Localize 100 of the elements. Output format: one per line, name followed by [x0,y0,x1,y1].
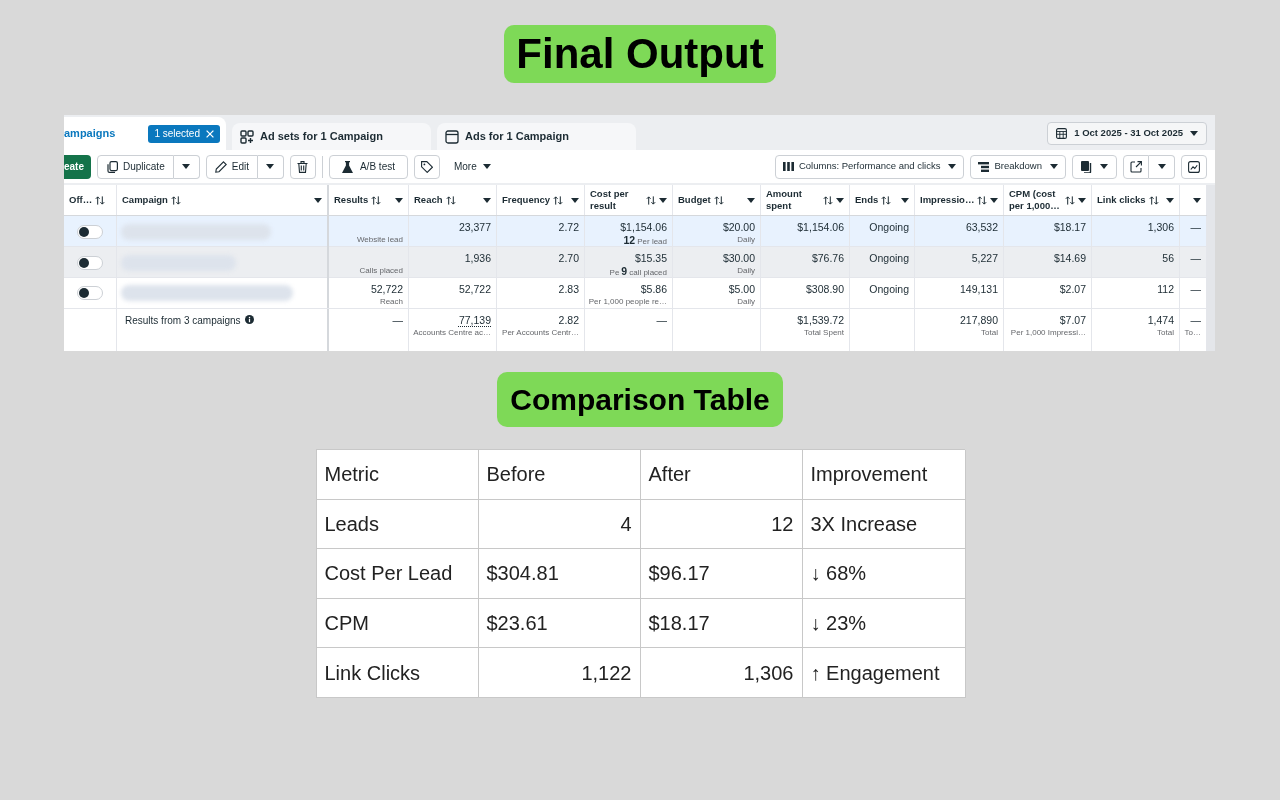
tab[interactable]: Ads for 1 Campaign [437,123,636,150]
caret-icon[interactable] [901,197,909,203]
cell-value: $2.07 [1059,282,1086,296]
cell-value: 112 [1157,282,1174,296]
dropdown-button[interactable] [1149,154,1175,179]
toggle-switch[interactable] [77,225,103,239]
caret-icon[interactable] [571,197,579,203]
edit-button[interactable]: Edit [205,154,258,179]
table-cell: ↑ Engagement [802,648,966,698]
cell-label: Pe [609,267,620,279]
cell-value: $308.90 [806,282,844,296]
ab-test-button[interactable]: A/B test [328,154,408,179]
tab[interactable]: Ad sets for 1 Campaign [232,123,431,150]
cell-value: $18.17 [1053,220,1086,234]
sort-icon[interactable] [881,195,892,205]
column-header[interactable]: Amount spent [761,185,850,215]
cell-label: Calls placed [359,265,403,277]
table-row[interactable]: 52,722 Reach 52,722 2.83 $5.86 Per 1,000 people re… $5.00 Daily $308.90 Ongoing 149,131 $2.07 112 — [64,278,1207,309]
column-header[interactable]: Off… [64,185,117,215]
table-cell: Cost Per Lead [316,549,479,599]
cell-value: 2.72 [558,220,579,234]
create-button[interactable]: eate [64,154,91,179]
column-header[interactable]: Results [329,185,409,215]
caret-icon[interactable] [1193,197,1201,203]
close-icon[interactable] [206,129,214,138]
table-cell: Link Clicks [316,648,479,698]
cell-value: 52,722 [370,282,403,296]
cell-value: Ongoing [869,220,909,234]
selection-badge[interactable]: 1 selected [148,124,220,143]
sort-icon[interactable] [1065,195,1075,205]
column-header[interactable]: Ends [850,185,915,215]
sort-icon[interactable] [1148,195,1159,205]
caret-icon[interactable] [836,197,844,203]
caret-icon[interactable] [1078,197,1086,203]
cell-label: Total [981,327,998,339]
caret-icon [182,164,191,169]
sort-icon[interactable] [371,195,382,205]
caret-icon[interactable] [659,197,667,203]
caret-icon[interactable] [990,197,998,203]
cell-label: Reach [379,296,403,308]
caret-icon [1050,164,1058,169]
column-header[interactable]: Frequency [497,185,585,215]
column-header[interactable]: Reach [409,185,497,215]
cell-label: call placed [629,267,667,279]
sort-icon[interactable] [713,195,724,205]
cell-value: 149,131 [960,282,998,296]
toggle-switch[interactable] [77,256,103,270]
sort-icon[interactable] [977,195,987,205]
caret-icon [948,164,957,169]
table-row[interactable]: Website lead 23,377 2.72 $1,154.06 12 Per lead $20.00 Daily $1,154.06 Ongoing 63,532 $18.17 1,306 — [64,216,1207,247]
cell-label: Per Accounts Centr… [502,327,579,339]
dropdown-button[interactable] [173,154,200,179]
column-header: Before [478,450,641,500]
export-icon [1130,160,1142,173]
date-range-button[interactable]: 1 Oct 2025 - 31 Oct 2025 [1047,122,1207,145]
caret-icon[interactable] [483,197,491,203]
overlay-number: 12 [623,234,636,246]
copy-icon [106,160,118,173]
caret-icon[interactable] [314,197,322,203]
column-header[interactable]: Link clicks [1092,185,1180,215]
sort-icon[interactable] [646,195,656,205]
table-cell: ↓ 68% [802,549,966,599]
export-button[interactable] [1123,154,1149,179]
chart-button[interactable] [1181,154,1207,179]
dropdown-button[interactable] [257,154,284,179]
caret-icon[interactable] [395,197,403,203]
cell-value: — [1190,251,1201,265]
sort-icon[interactable] [170,195,181,205]
duplicate-button[interactable]: Duplicate [97,154,174,179]
cell-value: $5.00 [728,282,755,296]
delete-button[interactable] [289,154,316,179]
tab[interactable]: ampaigns 1 selected [64,117,226,150]
cell-label: Per 1,000 people re… [588,296,667,308]
breakdown-button[interactable]: Breakdown [970,154,1066,179]
sort-icon[interactable] [553,195,564,205]
table-cell: 1,122 [478,648,641,698]
cell-value: 217,890 [960,313,998,327]
table-row[interactable]: Calls placed 1,936 2.70 $15.35 Pe 9 call placed $30.00 Daily $76.76 Ongoing 5,227 $14.69 56 — [64,247,1207,278]
caret-icon[interactable] [1166,197,1174,203]
cell-label: Daily [737,234,755,246]
sort-icon[interactable] [823,195,833,205]
cell-value: 5,227 [971,251,998,265]
sort-icon[interactable] [445,195,456,205]
column-header[interactable]: Impressio… [915,185,1004,215]
caret-icon [482,164,491,169]
column-header[interactable]: Budget [673,185,761,215]
columns-icon [782,162,794,171]
pages-dropdown-button[interactable] [1072,154,1117,179]
column-header[interactable]: CPM (cost per 1,000… [1004,185,1092,215]
columns-button[interactable]: Columns: Performance and clicks [774,154,965,179]
line-chart-icon [1188,160,1200,173]
caret-icon[interactable] [747,197,755,203]
tag-icon [420,160,433,173]
toggle-switch[interactable] [77,286,103,300]
caret-icon [1190,131,1198,136]
column-header[interactable]: Cost per result [585,185,673,215]
sort-icon[interactable] [95,195,106,205]
cell-value: $1,539.72 [797,313,844,327]
tag-button[interactable] [413,154,440,179]
table-cell: $96.17 [640,549,803,599]
